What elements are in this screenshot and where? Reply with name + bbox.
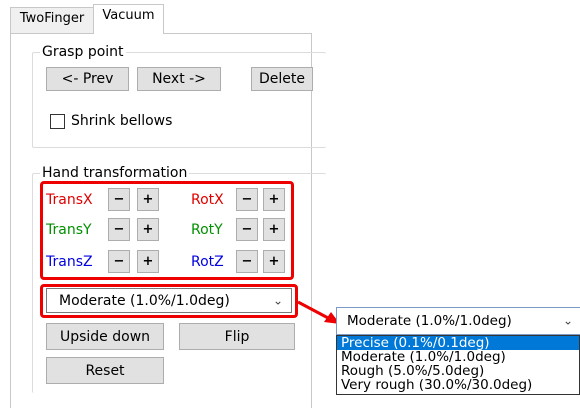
trans-x-label: TransX: [46, 192, 93, 208]
hand-transformation-title: Hand transformation: [40, 164, 190, 182]
precision-option-very-rough[interactable]: Very rough (30.0%/30.0deg): [337, 378, 579, 392]
precision-option-rough[interactable]: Rough (5.0%/5.0deg): [337, 364, 579, 378]
shrink-bellows-checkbox[interactable]: [50, 114, 65, 129]
precision-select[interactable]: Moderate (1.0%/1.0deg) ⌄: [46, 288, 292, 313]
flip-button[interactable]: Flip: [179, 323, 295, 350]
chevron-down-icon: ⌄: [562, 313, 573, 328]
trans-y-plus-button[interactable]: +: [137, 218, 159, 241]
precision-option-moderate[interactable]: Moderate (1.0%/1.0deg): [337, 350, 579, 364]
trans-y-label: TransY: [46, 222, 92, 238]
rot-x-plus-button[interactable]: +: [263, 188, 285, 211]
chevron-down-icon: ⌄: [272, 292, 283, 307]
shrink-bellows-label: Shrink bellows: [71, 113, 173, 129]
trans-x-minus-button[interactable]: −: [108, 188, 130, 211]
trans-z-plus-button[interactable]: +: [137, 250, 159, 273]
rot-x-label: RotX: [191, 192, 224, 208]
precision-select-value: Moderate (1.0%/1.0deg): [59, 292, 230, 309]
rot-z-minus-button[interactable]: −: [236, 250, 258, 273]
rot-z-plus-button[interactable]: +: [263, 250, 285, 273]
precision-dropdown-list: Precise (0.1%/0.1deg) Moderate (1.0%/1.0…: [336, 335, 580, 395]
rot-x-minus-button[interactable]: −: [236, 188, 258, 211]
upside-down-button[interactable]: Upside down: [46, 323, 164, 350]
precision-dropdown-value: Moderate (1.0%/1.0deg): [347, 313, 512, 329]
trans-z-minus-button[interactable]: −: [108, 250, 130, 273]
precision-option-precise[interactable]: Precise (0.1%/0.1deg): [337, 336, 579, 350]
trans-z-label: TransZ: [46, 254, 93, 270]
next-button[interactable]: Next ->: [137, 67, 221, 91]
rot-z-label: RotZ: [191, 254, 224, 270]
tab-vacuum[interactable]: Vacuum: [93, 4, 164, 34]
precision-dropdown-selected[interactable]: Moderate (1.0%/1.0deg) ⌄: [336, 307, 580, 335]
reset-button[interactable]: Reset: [46, 357, 164, 384]
grasp-point-title: Grasp point: [40, 43, 126, 61]
trans-y-minus-button[interactable]: −: [108, 218, 130, 241]
prev-button[interactable]: <- Prev: [46, 67, 129, 91]
delete-button[interactable]: Delete: [251, 67, 313, 91]
rot-y-plus-button[interactable]: +: [263, 218, 285, 241]
tab-twofinger[interactable]: TwoFinger: [10, 7, 94, 33]
rot-y-label: RotY: [191, 222, 223, 238]
rot-y-minus-button[interactable]: −: [236, 218, 258, 241]
trans-x-plus-button[interactable]: +: [137, 188, 159, 211]
